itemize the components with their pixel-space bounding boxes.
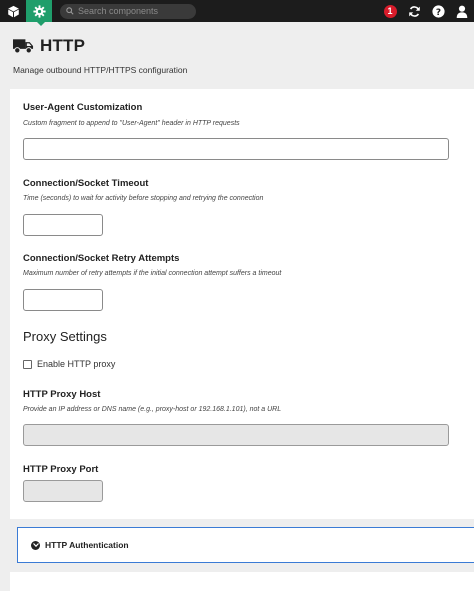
settings-form: User-Agent Customization Custom fragment…	[10, 89, 474, 519]
http-authentication-toggle[interactable]: HTTP Authentication	[17, 527, 474, 563]
admin-button[interactable]	[26, 0, 52, 26]
enable-proxy-row[interactable]: Enable HTTP proxy	[23, 359, 115, 369]
refresh-icon	[408, 5, 420, 17]
browse-button[interactable]	[0, 0, 26, 22]
alerts-button[interactable]: 1	[378, 0, 402, 22]
proxy-settings-heading: Proxy Settings	[23, 329, 107, 344]
enable-proxy-label[interactable]: Enable HTTP proxy	[37, 359, 115, 369]
proxy-host-help: Provide an IP address or DNS name (e.g.,…	[23, 406, 282, 413]
timeout-label: Connection/Socket Timeout	[23, 178, 149, 189]
refresh-button[interactable]	[402, 0, 426, 22]
user-agent-input[interactable]	[23, 138, 449, 160]
proxy-port-label: HTTP Proxy Port	[23, 464, 99, 475]
retry-label: Connection/Socket Retry Attempts	[23, 253, 180, 264]
page-header: HTTP	[13, 36, 85, 56]
timeout-help: Time (seconds) to wait for activity befo…	[23, 195, 264, 202]
cube-icon	[7, 5, 19, 17]
svg-text:?: ?	[435, 7, 440, 17]
enable-proxy-checkbox[interactable]	[23, 359, 32, 369]
top-bar: 1 ?	[0, 0, 474, 26]
search-box[interactable]	[60, 3, 196, 19]
retry-input[interactable]	[23, 289, 103, 311]
next-section	[10, 572, 474, 591]
help-icon: ?	[431, 4, 445, 17]
user-agent-label: User-Agent Customization	[23, 102, 143, 113]
proxy-host-label: HTTP Proxy Host	[23, 389, 101, 400]
proxy-port-input[interactable]	[23, 480, 103, 502]
search-icon	[66, 7, 74, 15]
chevron-down-icon	[31, 540, 40, 550]
gear-icon	[32, 4, 46, 18]
user-icon	[456, 5, 468, 18]
search-input[interactable]	[78, 6, 194, 16]
timeout-input[interactable]	[23, 214, 103, 236]
user-agent-help: Custom fragment to append to "User-Agent…	[23, 120, 240, 127]
http-authentication-label: HTTP Authentication	[45, 540, 129, 550]
page-title: HTTP	[40, 36, 86, 55]
alert-badge: 1	[383, 4, 397, 18]
help-button[interactable]: ?	[426, 0, 450, 22]
truck-icon	[13, 39, 34, 54]
page-description: Manage outbound HTTP/HTTPS configuration	[13, 65, 188, 75]
proxy-host-input[interactable]	[23, 424, 449, 446]
retry-help: Maximum number of retry attempts if the …	[23, 270, 282, 277]
user-button[interactable]	[450, 0, 474, 22]
